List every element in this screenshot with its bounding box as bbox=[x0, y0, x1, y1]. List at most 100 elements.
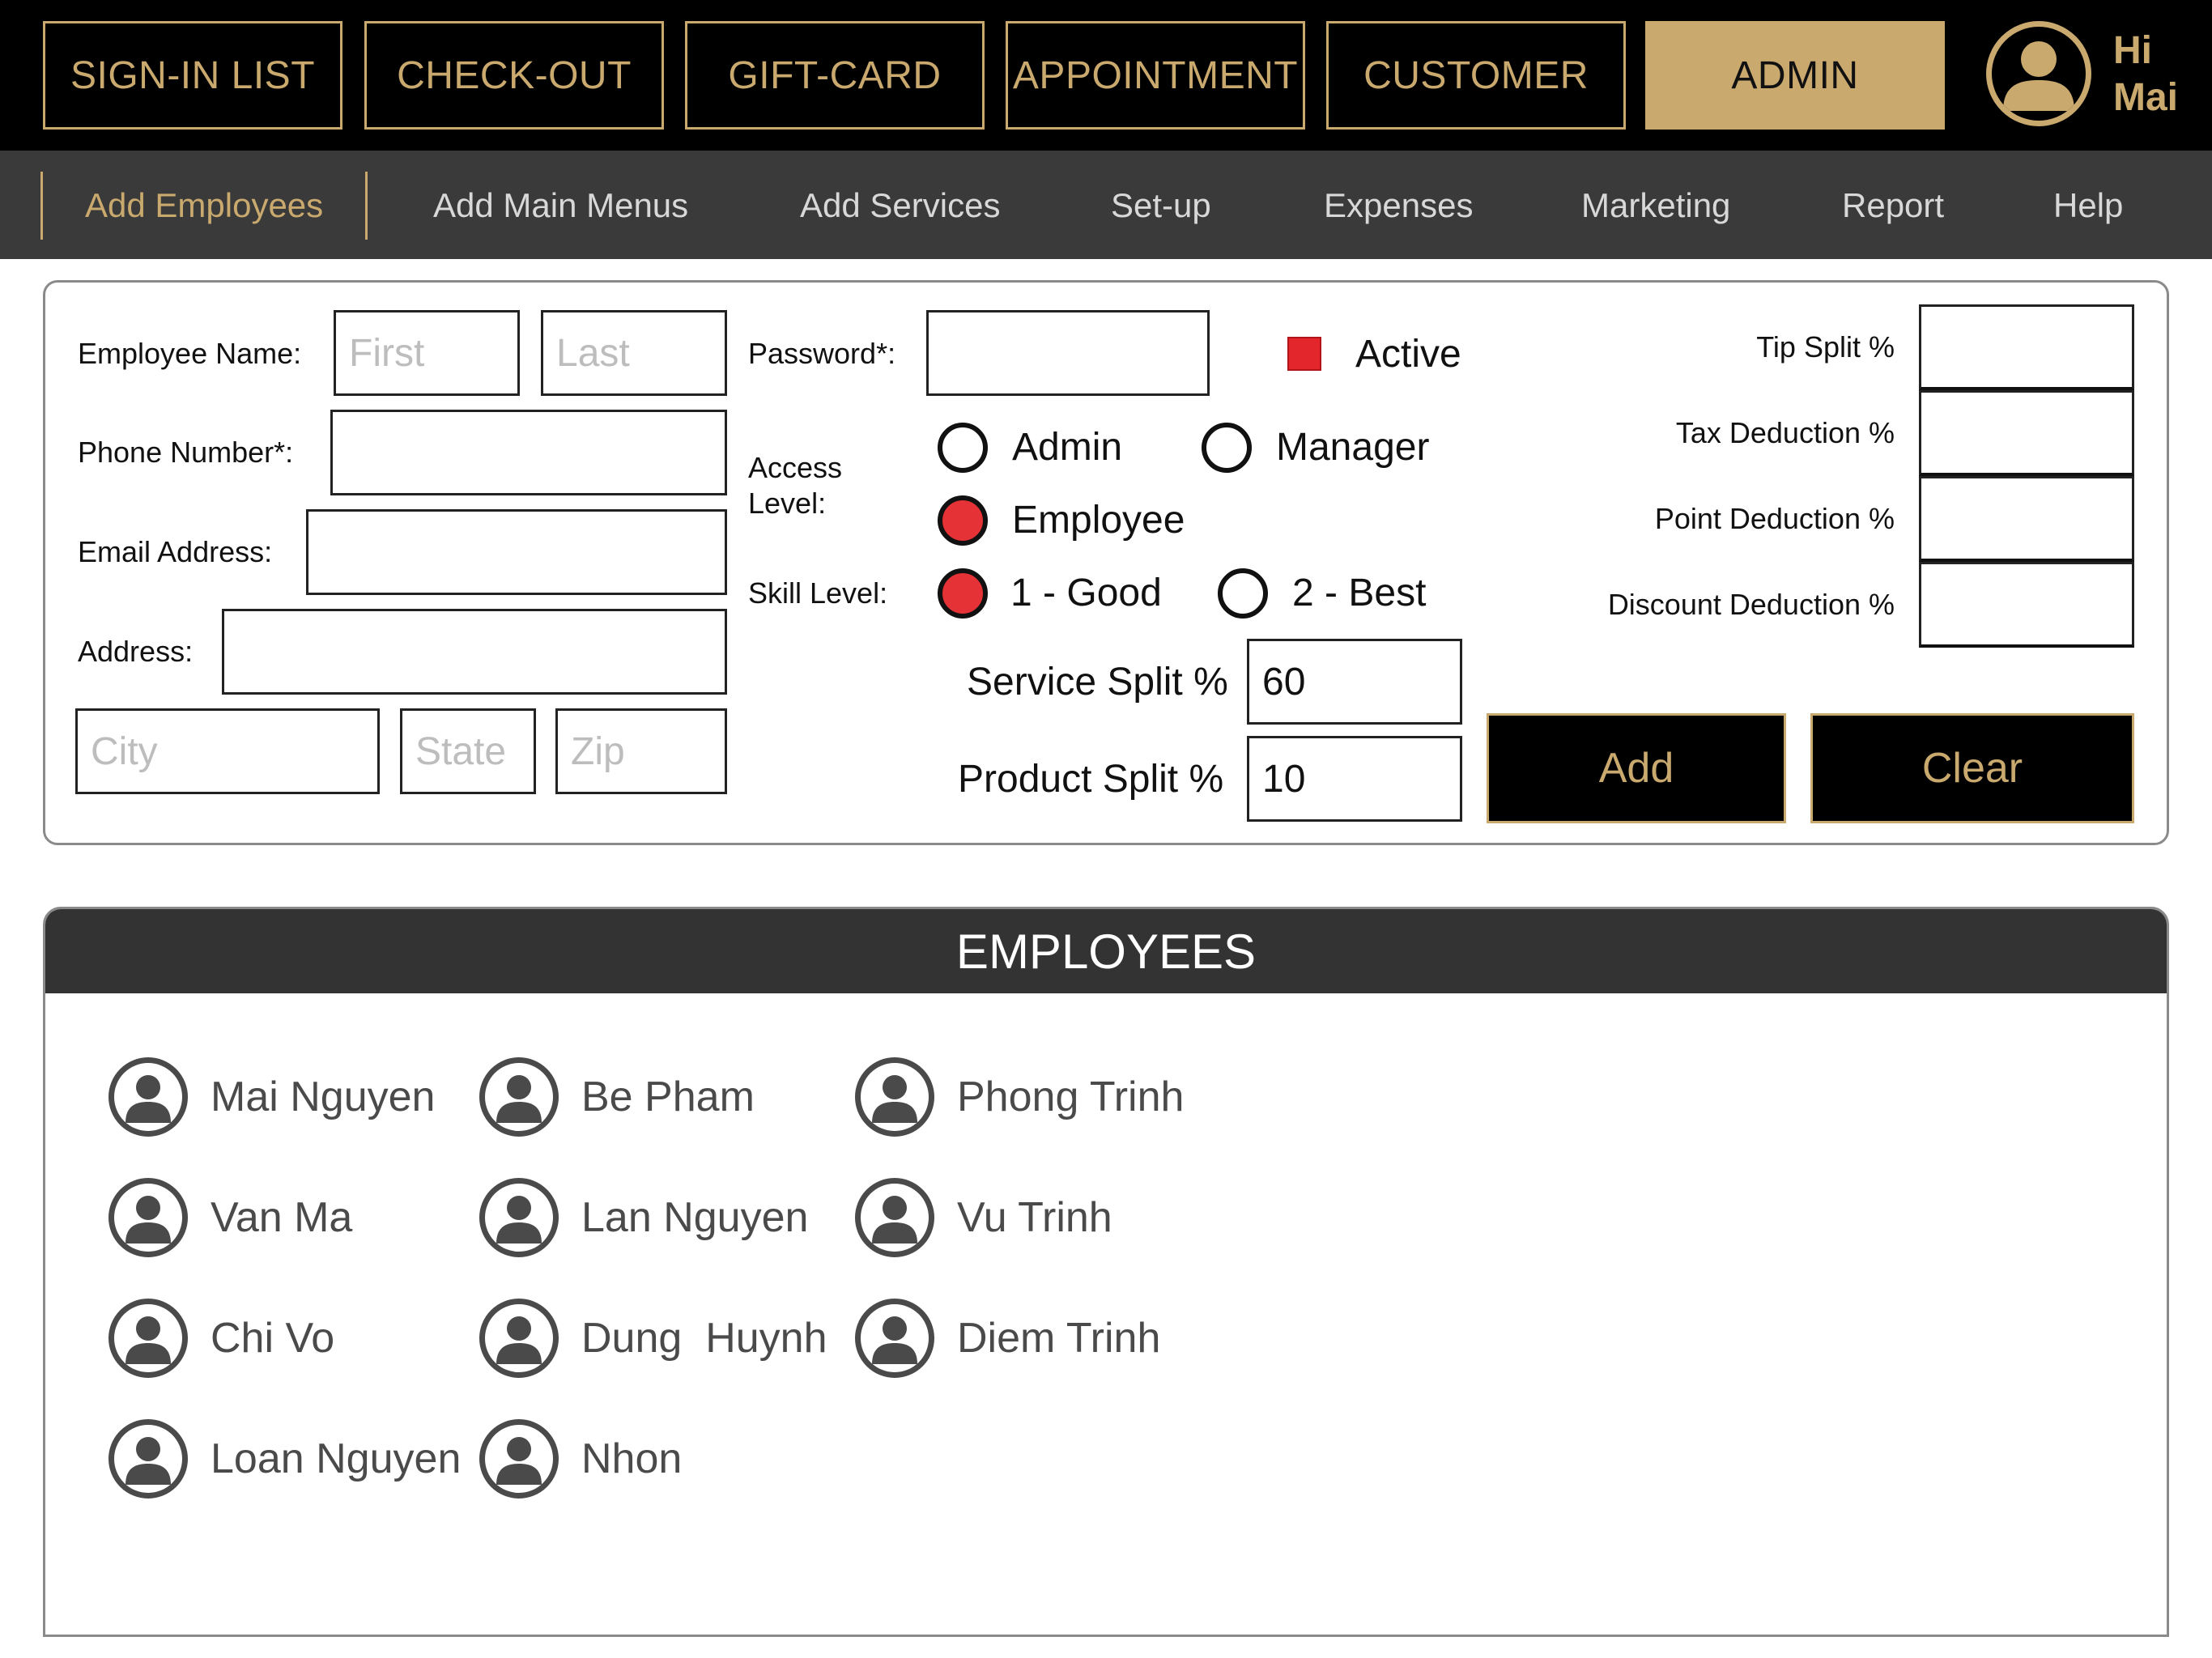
active-checkbox[interactable] bbox=[1287, 337, 1321, 371]
tax-deduction-field[interactable] bbox=[1919, 390, 2134, 476]
tab-customer[interactable]: CUSTOMER bbox=[1326, 21, 1626, 130]
subnav-help[interactable]: Help bbox=[2053, 172, 2123, 240]
discount-deduction-label: Discount Deduction % bbox=[1607, 588, 1895, 621]
point-deduction-field[interactable] bbox=[1919, 476, 2134, 562]
state-field[interactable] bbox=[400, 708, 536, 794]
email-address-field[interactable] bbox=[306, 509, 727, 595]
subnav-add-main-menus[interactable]: Add Main Menus bbox=[433, 172, 688, 240]
employee-item[interactable]: Be Pham bbox=[479, 1056, 755, 1137]
employees-panel: EMPLOYEES bbox=[43, 907, 2169, 1637]
tip-split-label: Tip Split % bbox=[1756, 330, 1895, 363]
service-split-label: Service Split % bbox=[967, 661, 1228, 704]
subnav-add-services[interactable]: Add Services bbox=[800, 172, 1000, 240]
employee-item[interactable]: Loan Nguyen bbox=[108, 1418, 461, 1499]
access-admin-radio[interactable] bbox=[938, 423, 988, 473]
employee-avatar-graphic bbox=[872, 1075, 917, 1123]
tip-split-field[interactable] bbox=[1919, 304, 2134, 390]
greeting-hi: Hi bbox=[2113, 29, 2152, 72]
subnav-set-up[interactable]: Set-up bbox=[1111, 172, 1211, 240]
last-name-field[interactable] bbox=[541, 310, 727, 396]
employee-avatar-graphic bbox=[496, 1075, 542, 1123]
employee-avatar-icon bbox=[855, 1178, 934, 1257]
city-field[interactable] bbox=[75, 708, 380, 794]
access-level-label-line2: Level: bbox=[748, 487, 827, 520]
first-name-input[interactable] bbox=[349, 312, 504, 393]
employee-avatar-icon bbox=[108, 1178, 188, 1257]
address-input[interactable] bbox=[237, 611, 712, 692]
access-manager-radio[interactable] bbox=[1202, 423, 1252, 473]
last-name-input[interactable] bbox=[556, 312, 712, 393]
admin-page: SIGN-IN LIST CHECK-OUT GIFT-CARD APPOINT… bbox=[0, 0, 2212, 1658]
subnav-expenses[interactable]: Expenses bbox=[1324, 172, 1473, 240]
service-split-value: 60 bbox=[1262, 660, 1306, 704]
tab-appointment[interactable]: APPOINTMENT bbox=[1006, 21, 1305, 130]
employee-avatar-icon bbox=[855, 1057, 934, 1137]
first-name-field[interactable] bbox=[334, 310, 520, 396]
tax-deduction-label: Tax Deduction % bbox=[1675, 416, 1895, 449]
email-address-input[interactable] bbox=[321, 512, 712, 593]
employee-avatar-graphic bbox=[125, 1316, 171, 1364]
point-deduction-label: Point Deduction % bbox=[1654, 502, 1895, 535]
employee-item[interactable]: Lan Nguyen bbox=[479, 1177, 808, 1258]
employee-name: Loan Nguyen bbox=[211, 1435, 462, 1482]
employee-avatar-graphic bbox=[496, 1437, 542, 1485]
skill-good-radio[interactable] bbox=[938, 568, 988, 619]
employee-item[interactable]: Phong Trinh bbox=[855, 1056, 1184, 1137]
state-input[interactable] bbox=[415, 711, 521, 792]
employee-item[interactable]: Chi Vo bbox=[108, 1298, 334, 1379]
tab-check-out[interactable]: CHECK-OUT bbox=[364, 21, 664, 130]
employee-name: Diem Trinh bbox=[957, 1315, 1161, 1362]
access-employee-radio[interactable] bbox=[938, 495, 988, 546]
active-label: Active bbox=[1355, 333, 1461, 376]
employees-title: EMPLOYEES bbox=[45, 909, 2167, 993]
employee-name: Phong Trinh bbox=[957, 1073, 1185, 1120]
employee-avatar-graphic bbox=[496, 1316, 542, 1364]
phone-number-field[interactable] bbox=[330, 410, 727, 495]
employee-item[interactable]: Vu Trinh bbox=[855, 1177, 1112, 1258]
employee-avatar-icon bbox=[108, 1057, 188, 1137]
employee-name: Be Pham bbox=[581, 1073, 755, 1120]
skill-best-radio[interactable] bbox=[1218, 568, 1268, 619]
user-avatar-icon[interactable] bbox=[1986, 21, 2091, 126]
access-level-label: Access Level: bbox=[748, 450, 842, 521]
subnav-report[interactable]: Report bbox=[1842, 172, 1944, 240]
employee-item[interactable]: Nhon bbox=[479, 1418, 682, 1499]
add-button[interactable]: Add bbox=[1487, 713, 1786, 823]
email-address-label: Email Address: bbox=[78, 535, 273, 568]
product-split-field[interactable]: 10 bbox=[1247, 736, 1462, 822]
address-label: Address: bbox=[78, 635, 194, 668]
employee-avatar-icon bbox=[479, 1178, 559, 1257]
employee-item[interactable]: Mai Nguyen bbox=[108, 1056, 435, 1137]
zip-input[interactable] bbox=[571, 711, 712, 792]
subnav-marketing[interactable]: Marketing bbox=[1581, 172, 1730, 240]
employee-item[interactable]: Diem Trinh bbox=[855, 1298, 1160, 1379]
password-field[interactable] bbox=[926, 310, 1210, 396]
clear-button[interactable]: Clear bbox=[1810, 713, 2134, 823]
user-greeting: Hi Mai bbox=[2113, 28, 2202, 121]
user-avatar-icon-graphic bbox=[2003, 41, 2074, 111]
employee-name: Chi Vo bbox=[211, 1315, 335, 1362]
address-field[interactable] bbox=[222, 609, 727, 695]
employee-name: Dung Huynh bbox=[581, 1315, 827, 1362]
password-label: Password*: bbox=[748, 337, 896, 370]
employee-item[interactable]: Dung Huynh bbox=[479, 1298, 827, 1379]
employee-avatar-icon bbox=[479, 1299, 559, 1378]
subnav-add-employees[interactable]: Add Employees bbox=[40, 172, 368, 240]
employee-name: Mai Nguyen bbox=[211, 1073, 436, 1120]
tab-sign-in-list[interactable]: SIGN-IN LIST bbox=[43, 21, 342, 130]
employee-name: Lan Nguyen bbox=[581, 1194, 809, 1241]
zip-field[interactable] bbox=[555, 708, 727, 794]
employee-name: Vu Trinh bbox=[957, 1194, 1112, 1241]
password-input[interactable] bbox=[942, 312, 1194, 393]
discount-deduction-field[interactable] bbox=[1919, 562, 2134, 648]
employee-avatar-graphic bbox=[125, 1437, 171, 1485]
employee-item[interactable]: Van Ma bbox=[108, 1177, 352, 1258]
phone-number-input[interactable] bbox=[346, 412, 712, 493]
employee-avatar-graphic bbox=[125, 1196, 171, 1244]
skill-level-label: Skill Level: bbox=[748, 576, 888, 610]
access-manager-label: Manager bbox=[1276, 426, 1430, 469]
tab-admin[interactable]: ADMIN bbox=[1645, 21, 1945, 130]
tab-gift-card[interactable]: GIFT-CARD bbox=[685, 21, 985, 130]
service-split-field[interactable]: 60 bbox=[1247, 639, 1462, 725]
city-input[interactable] bbox=[91, 711, 364, 792]
